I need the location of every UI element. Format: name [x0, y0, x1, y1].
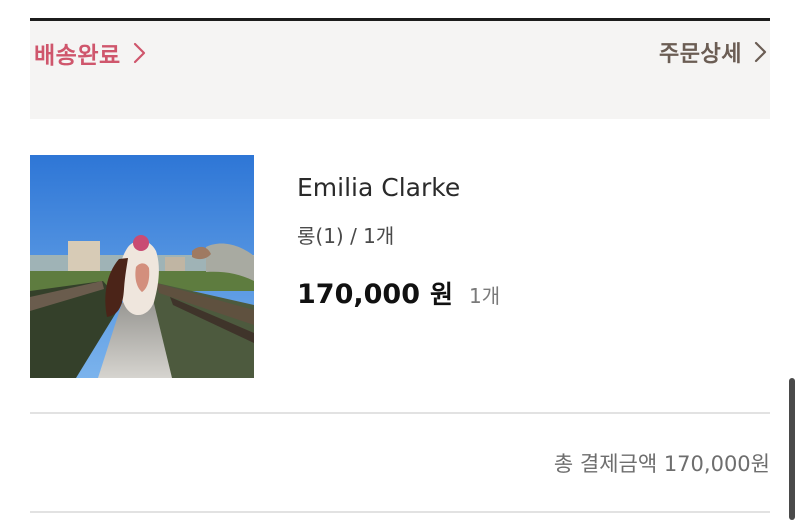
- total-payment: 총 결제금액 170,000원: [553, 452, 770, 476]
- price-row: 170,000 원 1개: [297, 275, 500, 311]
- scrollbar-thumb[interactable]: [789, 378, 795, 520]
- product-title[interactable]: Emilia Clarke: [297, 173, 460, 202]
- product-price: 170,000: [297, 279, 420, 310]
- order-detail-label: 주문상세: [659, 42, 742, 67]
- product-option: 롱(1) / 1개: [297, 224, 395, 248]
- order-detail-link[interactable]: 주문상세: [659, 36, 768, 68]
- product-quantity: 1개: [469, 284, 501, 308]
- product-image[interactable]: [30, 155, 254, 378]
- delivery-status-link[interactable]: 배송완료: [34, 36, 147, 70]
- price-unit: 원: [429, 280, 453, 309]
- chevron-right-icon: [133, 42, 145, 64]
- chevron-right-icon: [754, 41, 767, 63]
- bottom-divider: [30, 511, 770, 513]
- section-divider: [30, 412, 770, 414]
- order-card: 배송완료 주문상세 Emilia Clarke 롱(1) / 1개 170,00…: [0, 0, 800, 520]
- delivery-status-label: 배송완료: [34, 43, 121, 69]
